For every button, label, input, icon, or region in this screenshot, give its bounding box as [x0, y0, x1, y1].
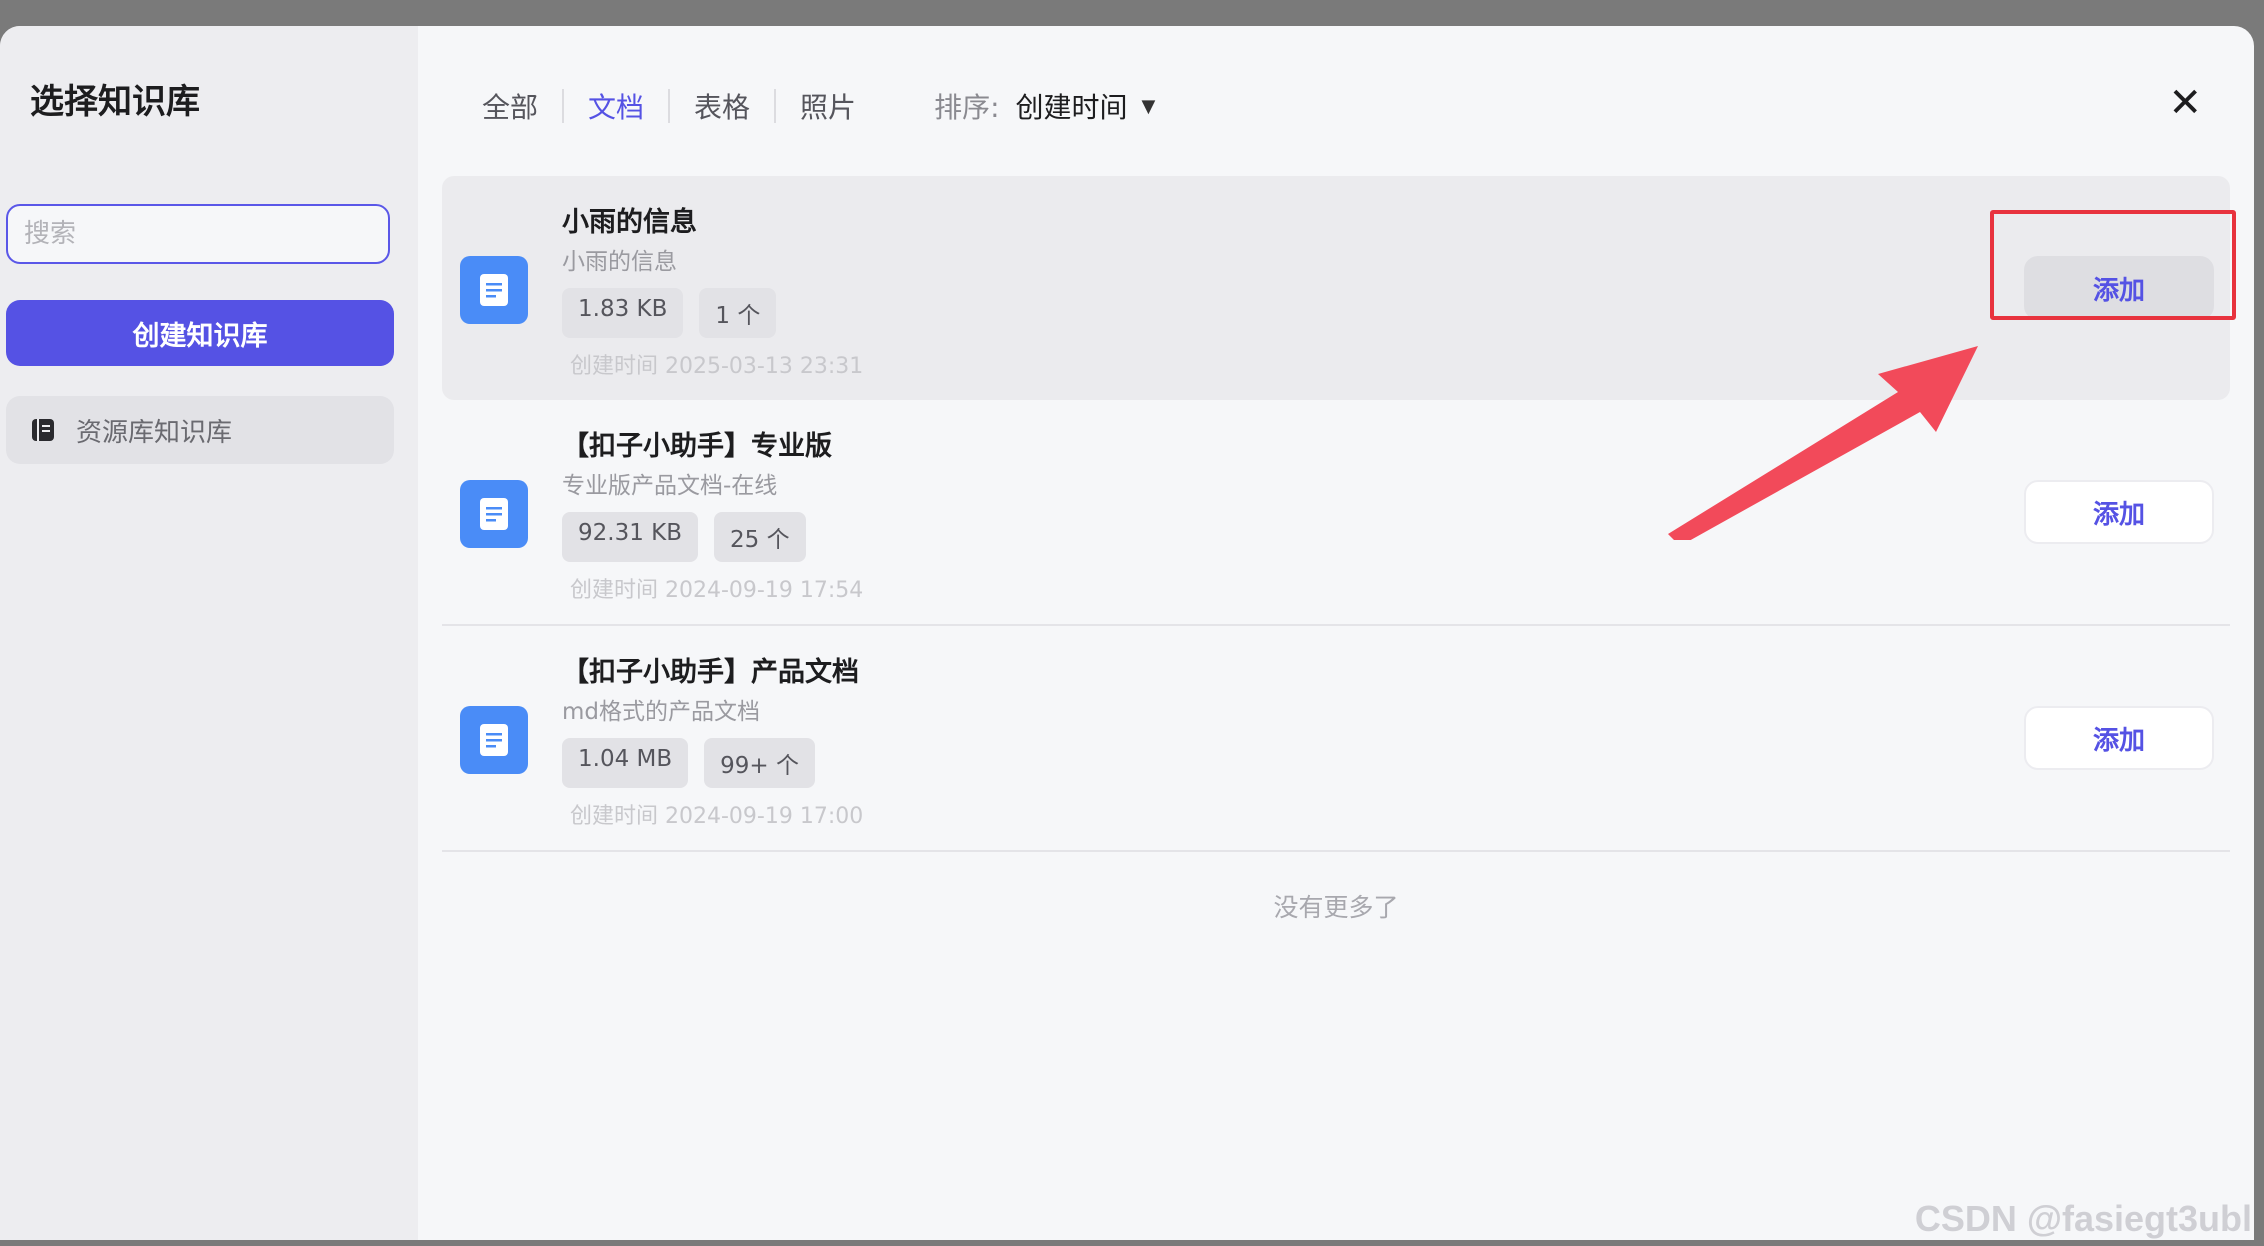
dialog-title: 选择知识库: [30, 82, 200, 122]
list-item: 【扣子小助手】产品文档 md格式的产品文档 1.04 MB 99+ 个 创建时间…: [442, 626, 2230, 852]
close-icon[interactable]: ✕: [2168, 80, 2202, 126]
create-knowledge-base-button[interactable]: 创建知识库: [6, 300, 394, 366]
size-badge: 1.83 KB: [562, 288, 684, 338]
tab-documents[interactable]: 文档: [564, 86, 668, 126]
library-icon: [32, 419, 54, 441]
size-badge: 92.31 KB: [562, 512, 699, 562]
created-time: 创建时间 2024-09-19 17:54: [570, 578, 864, 603]
add-button[interactable]: 添加: [2024, 480, 2214, 544]
size-badge: 1.04 MB: [562, 738, 689, 788]
select-knowledge-base-dialog: 选择知识库 创建知识库 资源库知识库 全部 文档 表格 照片 排序: 创建时间: [0, 26, 2254, 1240]
caret-down-icon: ▼: [1141, 95, 1156, 117]
sidebar: 选择知识库 创建知识库 资源库知识库: [0, 26, 418, 1240]
count-badge: 1 个: [699, 288, 777, 338]
annotation-highlight-box: [1990, 210, 2236, 320]
item-description: 小雨的信息: [562, 249, 677, 275]
watermark: CSDN @fasiegt3ubl: [1914, 1198, 2252, 1239]
no-more-text: 没有更多了: [1273, 893, 1399, 922]
sort-label: 排序:: [934, 91, 1000, 124]
sort-dropdown[interactable]: 排序: 创建时间 ▼: [934, 86, 1155, 126]
tab-photos[interactable]: 照片: [776, 86, 880, 126]
tab-all[interactable]: 全部: [482, 86, 562, 126]
annotation-arrow-icon: [1668, 346, 1978, 540]
document-icon: [460, 706, 528, 774]
tab-tables[interactable]: 表格: [670, 86, 774, 126]
count-badge: 25 个: [714, 512, 806, 562]
search-input[interactable]: [6, 204, 390, 264]
item-title: 小雨的信息: [562, 207, 697, 238]
document-icon: [460, 480, 528, 548]
main-panel: 全部 文档 表格 照片 排序: 创建时间 ▼ ✕ 小雨的信息 小雨的信息 1.8…: [418, 26, 2254, 1240]
filter-tabs: 全部 文档 表格 照片 排序: 创建时间 ▼: [482, 86, 1155, 126]
created-time: 创建时间 2025-03-13 23:31: [570, 354, 864, 379]
created-time: 创建时间 2024-09-19 17:00: [570, 804, 864, 829]
sidebar-item-label: 资源库知识库: [76, 417, 233, 448]
item-description: md格式的产品文档: [562, 699, 761, 725]
sidebar-item-resource-library[interactable]: 资源库知识库: [6, 396, 394, 464]
item-title: 【扣子小助手】专业版: [562, 431, 832, 462]
add-button[interactable]: 添加: [2024, 706, 2214, 770]
count-badge: 99+ 个: [704, 738, 816, 788]
item-title: 【扣子小助手】产品文档: [562, 657, 859, 688]
item-description: 专业版产品文档-在线: [562, 473, 778, 499]
document-icon: [460, 256, 528, 324]
sort-value: 创建时间: [1015, 91, 1128, 124]
